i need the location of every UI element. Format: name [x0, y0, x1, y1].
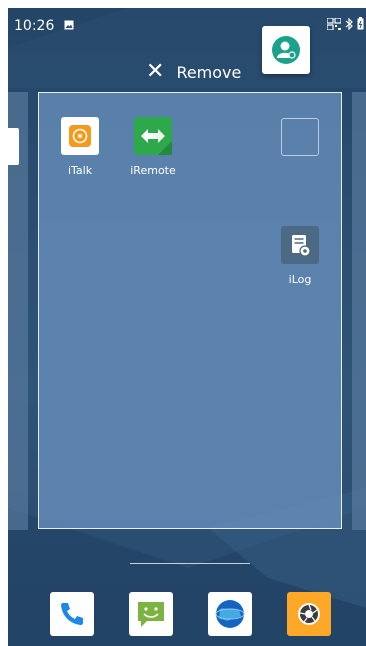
- iremote-icon: [134, 117, 172, 155]
- dragged-app-contacts[interactable]: [262, 26, 310, 74]
- remove-label: Remove: [176, 62, 242, 82]
- messaging-icon: [138, 602, 164, 627]
- app-label: iTalk: [67, 164, 93, 177]
- home-screen: 10:26 ✕ Remove iTalk iRemote iLog: [8, 8, 366, 646]
- barcode-icon: [327, 17, 341, 30]
- dock-camera[interactable]: [287, 592, 331, 636]
- status-icons: [327, 17, 364, 30]
- app-label: iLog: [288, 273, 312, 286]
- app-italk[interactable]: iTalk: [50, 117, 110, 177]
- bluetooth-icon: [345, 17, 353, 30]
- remove-drop-target[interactable]: ✕ Remove: [146, 61, 241, 83]
- browser-icon: [215, 600, 245, 628]
- dock-phone[interactable]: [50, 592, 94, 636]
- battery-icon: [357, 17, 364, 30]
- camera-icon: [298, 603, 320, 625]
- image-icon: [64, 20, 74, 30]
- status-bar: 10:26: [8, 8, 366, 38]
- next-page-preview[interactable]: [352, 92, 366, 530]
- app-label: iRemote: [130, 164, 176, 177]
- status-time: 10:26: [14, 18, 55, 34]
- dock-messaging[interactable]: [129, 592, 173, 636]
- app-iremote[interactable]: iRemote: [123, 117, 183, 177]
- close-icon: ✕: [146, 59, 165, 84]
- ilog-icon: [281, 226, 319, 264]
- phone-icon: [61, 603, 83, 625]
- dock-divider: [130, 563, 250, 564]
- empty-app-slot: [281, 118, 319, 156]
- app-ilog[interactable]: iLog: [270, 226, 330, 286]
- contacts-icon: [272, 36, 300, 64]
- italk-icon: [61, 117, 99, 155]
- dock-browser[interactable]: [208, 592, 252, 636]
- page-handle[interactable]: [8, 128, 19, 165]
